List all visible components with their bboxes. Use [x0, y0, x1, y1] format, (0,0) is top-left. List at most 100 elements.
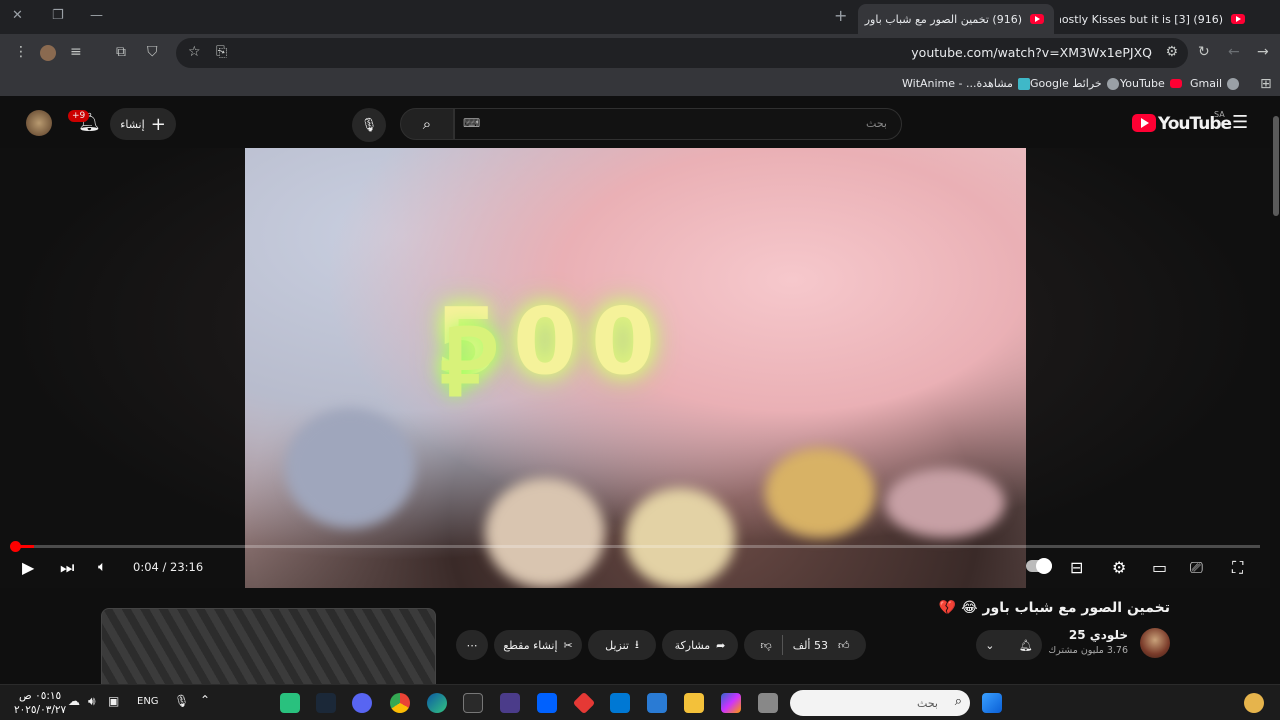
search-placeholder: بحث: [866, 117, 887, 130]
theater-mode-icon[interactable]: ▭: [1152, 558, 1167, 577]
channel-name[interactable]: خلودي 25: [1048, 628, 1128, 642]
video-player[interactable]: 500 ⃁ ▶ ⏭ 🔈︎ 0:04 / 23:16 ⊟ ⚙ ▭ ⎚ ⛶: [0, 148, 1270, 588]
site-settings-icon[interactable]: ⚙: [1165, 44, 1178, 60]
speaker-icon[interactable]: 🔊︎: [88, 694, 96, 709]
close-window-icon[interactable]: ✕: [12, 8, 23, 23]
app-icon-red[interactable]: [572, 691, 596, 715]
copilot-icon[interactable]: [721, 693, 741, 713]
media-control-icon[interactable]: ≡: [70, 44, 82, 60]
back-icon[interactable]: →: [1257, 44, 1269, 60]
show-hidden-icons-icon[interactable]: ⌃: [200, 693, 210, 707]
widgets-weather-icon[interactable]: [1244, 693, 1264, 713]
tab-active-video[interactable]: (916) تخمين الصور مع شباب باور ✕: [858, 4, 1054, 34]
youtube-favicon-icon: [1030, 14, 1044, 24]
next-video-icon[interactable]: ⏭: [60, 558, 74, 578]
search-button[interactable]: ⌕: [400, 108, 454, 140]
search-icon: ⌕: [422, 115, 432, 133]
bookmark-google-maps[interactable]: خرائط Google: [1030, 77, 1119, 90]
discord-icon[interactable]: [352, 693, 372, 713]
menu-kebab-icon[interactable]: ⋮: [14, 44, 28, 60]
address-bar[interactable]: ☆ ⎘ youtube.com/watch?v=XM3Wx1ePJXQ ⚙: [176, 38, 1188, 68]
taskbar-search-placeholder: بحث: [917, 696, 938, 710]
forward-icon[interactable]: ←: [1228, 44, 1240, 60]
windows-taskbar: ٠٥:١٥ ص ٢٠٢٥/٠٣/٢٧ ☁ 🔊︎ ▣ ENG 🎙︎ ⌃ بحث ⌕: [0, 684, 1280, 720]
tab-ghostly-kisses[interactable]: (916) [3] Ghostly Kisses but it is ✕: [1060, 4, 1255, 34]
settings-gear-icon[interactable]: ⚙: [1112, 558, 1126, 577]
scrollbar-thumb[interactable]: [1273, 116, 1279, 216]
create-button[interactable]: + إنشاء: [110, 108, 176, 140]
restore-window-icon[interactable]: ❐: [52, 8, 64, 23]
bookmark-gmail[interactable]: Gmail: [1190, 77, 1240, 90]
keyboard-icon[interactable]: ⌨: [463, 116, 480, 130]
notification-badge: +9: [68, 110, 90, 122]
like-icon[interactable]: 👍︎: [838, 639, 850, 652]
ad-thumbnail[interactable]: [101, 608, 436, 688]
epic-games-icon[interactable]: [463, 693, 483, 713]
bookmark-youtube[interactable]: YouTube: [1120, 77, 1182, 90]
riyal-symbol-icon: ⃁: [440, 306, 498, 418]
channel-avatar[interactable]: [1140, 628, 1170, 658]
video-frame[interactable]: 500 ⃁: [245, 148, 1026, 588]
youtube-logo-icon[interactable]: [1132, 114, 1156, 132]
network-icon[interactable]: ▣: [108, 694, 119, 708]
progress-bar[interactable]: [10, 541, 1260, 552]
microphone-icon[interactable]: 🎙︎: [174, 694, 189, 708]
dropbox-icon[interactable]: [537, 693, 557, 713]
fullscreen-icon[interactable]: ⛶: [1232, 558, 1243, 578]
download-button[interactable]: ⭳ تنزيل: [588, 630, 656, 660]
url-text[interactable]: youtube.com/watch?v=XM3Wx1ePJXQ: [911, 45, 1152, 60]
create-label: إنشاء: [120, 117, 145, 131]
task-view-icon[interactable]: [758, 693, 778, 713]
extensions-icon[interactable]: ⧉: [116, 44, 126, 60]
apps-grid-icon[interactable]: ⊞: [1260, 76, 1272, 92]
app-icon-green[interactable]: [280, 693, 300, 713]
subscribed-button[interactable]: ⌄ 🔔︎: [976, 630, 1042, 660]
dislike-icon[interactable]: 👎︎: [761, 639, 772, 652]
language-indicator[interactable]: ENG: [137, 696, 159, 707]
autoplay-toggle[interactable]: [1026, 558, 1052, 574]
bookmark-witanime[interactable]: مشاهدة... - WitAnime: [902, 77, 1030, 90]
send-to-device-icon[interactable]: ⎘: [216, 44, 227, 60]
voice-search-button[interactable]: 🎙︎: [352, 108, 386, 142]
more-actions-button[interactable]: ⋯: [456, 630, 488, 660]
like-count[interactable]: 53 ألف: [793, 639, 828, 652]
new-tab-button[interactable]: +: [834, 6, 847, 25]
store-icon[interactable]: [647, 693, 667, 713]
volume-icon[interactable]: 🔈︎: [98, 559, 106, 575]
subscriber-count: 3.76 مليون مشترك: [1048, 645, 1128, 656]
bell-icon: 🔔︎: [1018, 638, 1033, 652]
outlook-icon[interactable]: [610, 693, 630, 713]
cloud-icon[interactable]: ☁: [68, 694, 80, 708]
shield-icon[interactable]: ⛉: [147, 44, 158, 60]
like-dislike-group[interactable]: 👎︎ 53 ألف 👍︎: [744, 630, 866, 660]
steam-icon[interactable]: [316, 693, 336, 713]
progress-scrubber[interactable]: [10, 541, 21, 552]
app-icon-purple[interactable]: [500, 693, 520, 713]
minimize-window-icon[interactable]: —: [90, 8, 103, 23]
bookmark-star-icon[interactable]: ☆: [188, 44, 201, 60]
time-display: 0:04 / 23:16: [133, 560, 204, 574]
reload-icon[interactable]: ↻: [1198, 44, 1210, 60]
windows-start-icon[interactable]: [982, 693, 1002, 713]
file-explorer-icon[interactable]: [684, 693, 704, 713]
page-scrollbar[interactable]: [1272, 100, 1280, 684]
subtitles-icon[interactable]: ⊟: [1070, 558, 1083, 577]
clip-label: إنشاء مقطع: [503, 638, 558, 652]
user-avatar[interactable]: [26, 110, 52, 136]
edge-icon[interactable]: [427, 693, 447, 713]
globe-icon: [1227, 77, 1240, 90]
share-button[interactable]: ➦ مشاركة: [662, 630, 738, 660]
search-input[interactable]: ⌨ بحث: [454, 108, 902, 140]
cast-icon[interactable]: ⎚: [1190, 558, 1203, 578]
system-clock[interactable]: ٠٥:١٥ ص ٢٠٢٥/٠٣/٢٧: [14, 689, 66, 717]
chrome-icon[interactable]: [390, 693, 410, 713]
download-label: تنزيل: [605, 638, 629, 652]
youtube-icon: [1169, 79, 1182, 88]
profile-avatar[interactable]: [40, 45, 56, 61]
play-icon[interactable]: ▶: [22, 558, 34, 577]
hamburger-menu-icon[interactable]: ☰: [1232, 112, 1248, 133]
download-icon: ⭳: [635, 637, 639, 651]
clip-button[interactable]: ✂ إنشاء مقطع: [494, 630, 582, 660]
channel-info[interactable]: خلودي 25 3.76 مليون مشترك: [1048, 628, 1128, 656]
taskbar-search[interactable]: بحث ⌕: [790, 690, 970, 716]
